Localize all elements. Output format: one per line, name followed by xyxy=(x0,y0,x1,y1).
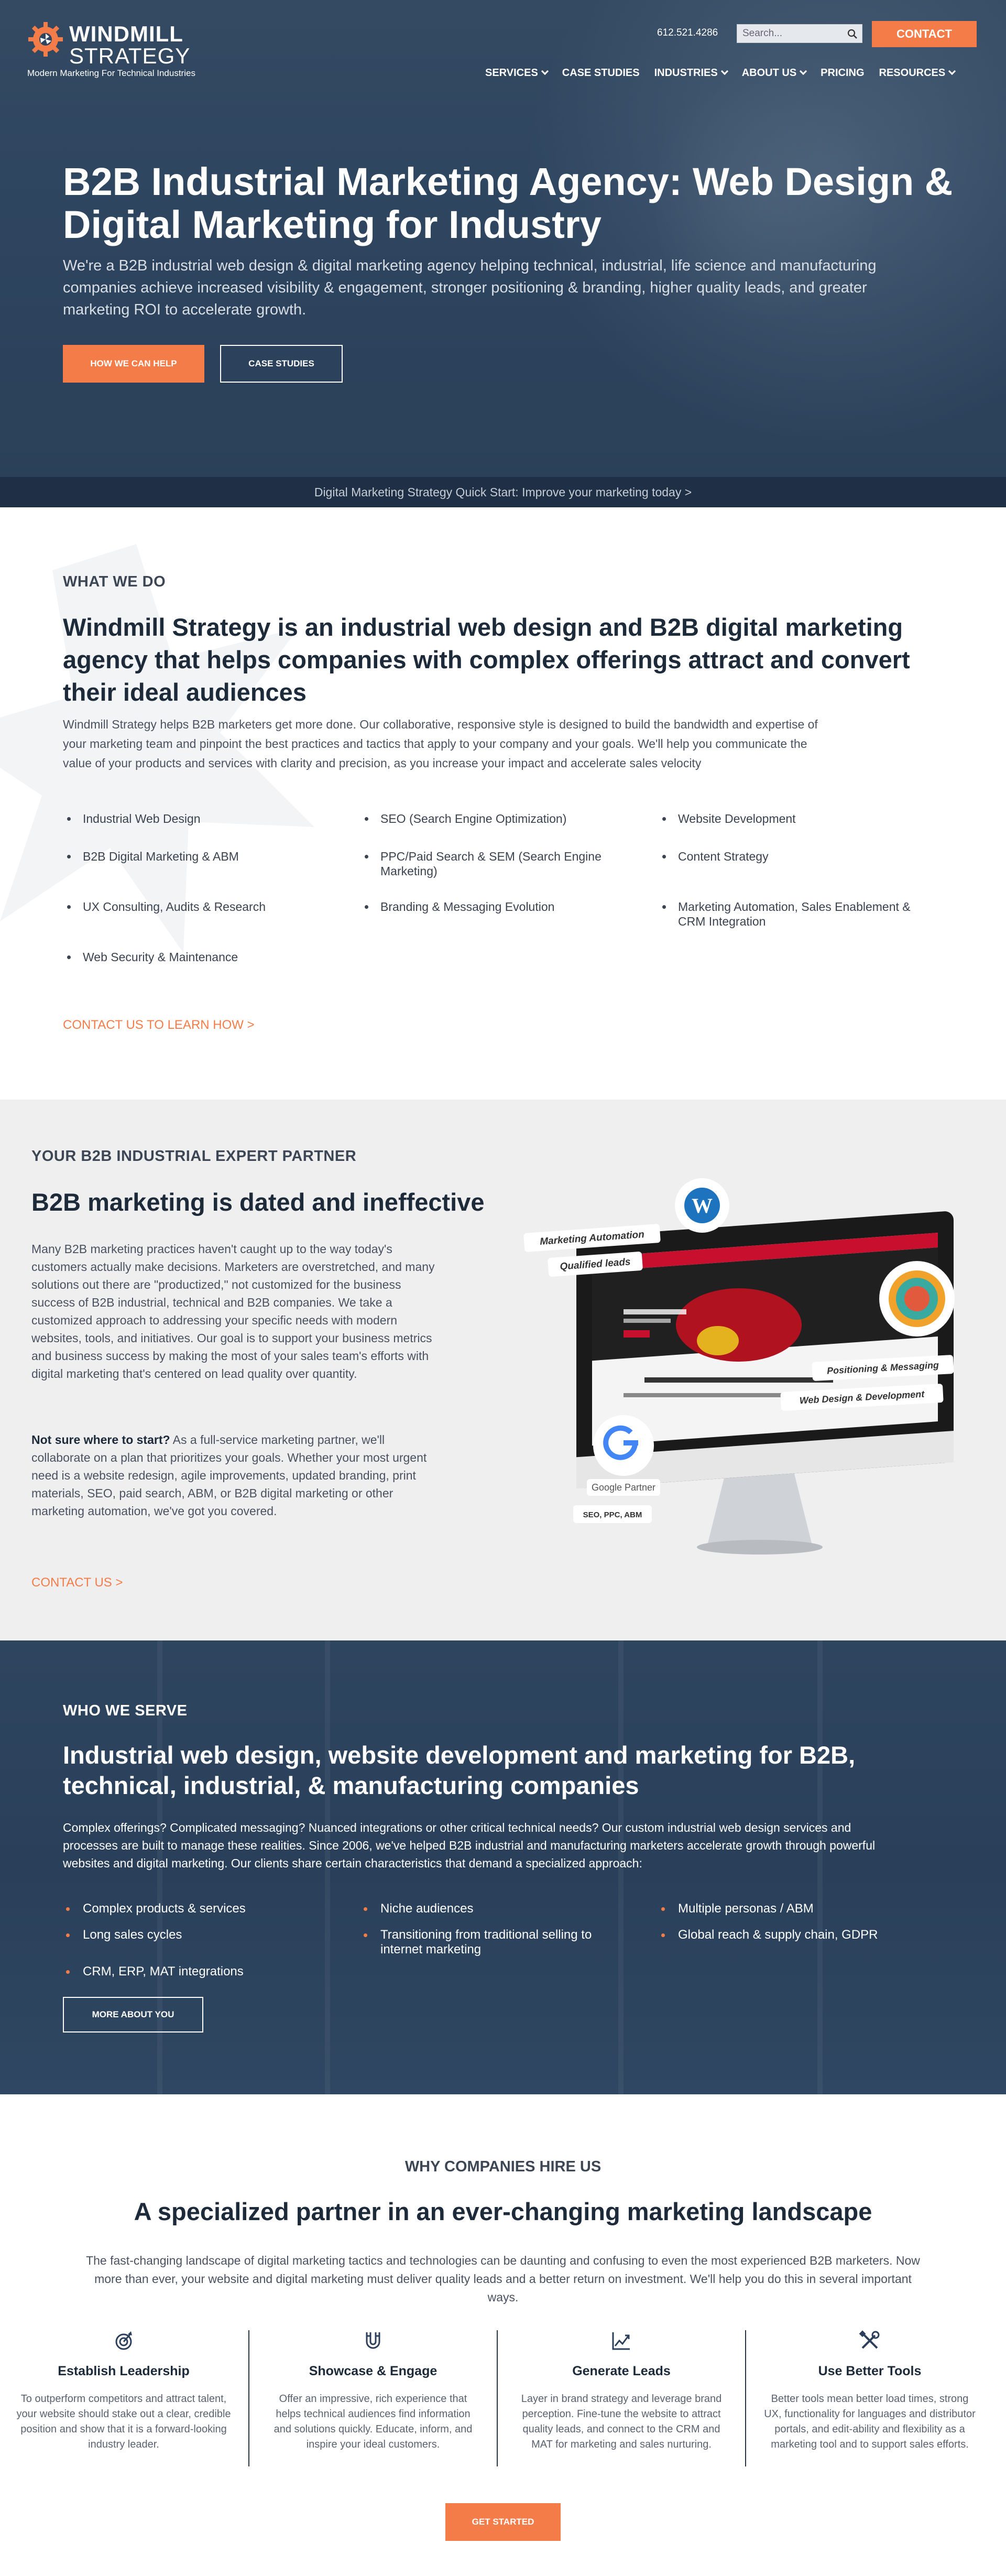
quickstart-banner-link[interactable]: Digital Marketing Strategy Quick Start: … xyxy=(0,477,1006,507)
partner-body-2-lead: Not sure where to start? xyxy=(31,1433,170,1447)
target-icon xyxy=(115,2331,132,2350)
who-we-serve-body: Complex offerings? Complicated messaging… xyxy=(63,1821,876,1870)
characteristic-item: Long sales cycles xyxy=(63,1928,346,1942)
service-item: Web Security & Maintenance xyxy=(63,950,325,964)
nav-item-resources[interactable]: RESOURCES xyxy=(879,65,956,81)
nav-label: PRICING xyxy=(821,67,865,79)
why-body: The fast-changing landscape of digital m… xyxy=(86,2254,920,2304)
benefit-title: Use Better Tools xyxy=(818,2364,922,2378)
what-we-do-body: Windmill Strategy helps B2B marketers ge… xyxy=(63,718,818,770)
search-box xyxy=(737,24,862,43)
contact-us-learn-how-link[interactable]: CONTACT US TO LEARN HOW > xyxy=(63,1018,255,1032)
partner-eyebrow: YOUR B2B INDUSTRIAL EXPERT PARTNER xyxy=(31,1148,357,1165)
svg-text:W: W xyxy=(692,1194,713,1218)
characteristic-item: Complex products & services xyxy=(63,1901,346,1916)
nav-item-pricing[interactable]: PRICING xyxy=(821,65,864,81)
logo-name-line2: STRATEGY xyxy=(69,44,191,68)
nav-item-industries[interactable]: INDUSTRIES xyxy=(654,65,728,81)
service-item: Industrial Web Design xyxy=(63,811,325,826)
imac-mockup-illustration: W Google Partner SEO, PPC, ABM Marketing… xyxy=(523,1178,955,1555)
nav-label: SERVICES xyxy=(485,67,538,79)
service-item: Website Development xyxy=(658,811,941,826)
chevron-down-icon xyxy=(541,67,549,75)
characteristic-item: CRM, ERP, MAT integrations xyxy=(63,1964,346,1979)
what-we-do-eyebrow: WHAT WE DO xyxy=(63,573,166,590)
benefit-column-tools: Use Better Tools Better tools mean bette… xyxy=(746,2330,993,2472)
tools-icon xyxy=(859,2330,880,2349)
service-item: UX Consulting, Audits & Research xyxy=(63,899,325,914)
service-item: SEO (Search Engine Optimization) xyxy=(360,811,622,826)
search-input[interactable] xyxy=(737,25,837,42)
what-we-do-section: WHAT WE DO Windmill Strategy is an indus… xyxy=(0,507,1006,1100)
nav-item-about-us[interactable]: ABOUT US xyxy=(741,65,807,81)
who-we-serve-heading: Industrial web design, website developme… xyxy=(63,1741,856,1799)
benefit-text: Better tools mean better load times, str… xyxy=(764,2393,976,2450)
what-we-do-heading: Windmill Strategy is an industrial web d… xyxy=(63,613,910,706)
benefit-text: Layer in brand strategy and leverage bra… xyxy=(521,2393,722,2450)
chart-line-icon xyxy=(612,2332,630,2350)
partner-section: YOUR B2B INDUSTRIAL EXPERT PARTNER B2B m… xyxy=(0,1100,1006,1640)
contact-us-link[interactable]: CONTACT US > xyxy=(31,1575,123,1590)
characteristic-item: Niche audiences xyxy=(360,1901,643,1916)
partner-body: Many B2B marketing practices haven't cau… xyxy=(31,1242,435,1381)
service-item: B2B Digital Marketing & ABM xyxy=(63,849,325,864)
get-started-button[interactable]: GET STARTED xyxy=(445,2503,561,2541)
benefit-column-leadership: Establish Leadership To outperform compe… xyxy=(0,2330,247,2472)
nav-label: ABOUT US xyxy=(741,67,797,79)
benefit-title: Generate Leads xyxy=(572,2364,671,2378)
google-partner-label: Google Partner xyxy=(592,1482,655,1493)
contact-button[interactable]: CONTACT xyxy=(872,21,977,47)
nav-label: INDUSTRIES xyxy=(654,67,718,79)
who-we-serve-section: WHO WE SERVE Industrial web design, webs… xyxy=(0,1640,1006,2094)
partner-body-2: Not sure where to start? As a full-servi… xyxy=(31,1431,445,1520)
case-studies-button[interactable]: CASE STUDIES xyxy=(220,345,343,383)
chevron-down-icon xyxy=(948,67,956,75)
nav-label: CASE STUDIES xyxy=(562,67,640,79)
logo-tagline: Modern Marketing For Technical Industrie… xyxy=(27,68,195,78)
magnet-icon xyxy=(366,2332,380,2349)
characteristic-item: Global reach & supply chain, GDPR xyxy=(658,1928,952,1942)
partner-heading: B2B marketing is dated and ineffective xyxy=(31,1188,485,1216)
chevron-down-icon xyxy=(800,67,807,75)
benefit-text: To outperform competitors and attract ta… xyxy=(16,2393,231,2450)
benefit-column-leads: Generate Leads Layer in brand strategy a… xyxy=(498,2330,745,2472)
nav-item-services[interactable]: SERVICES xyxy=(485,65,549,81)
hero-subtitle: We're a B2B industrial web design & digi… xyxy=(63,257,877,318)
service-item: Marketing Automation, Sales Enablement &… xyxy=(658,899,941,929)
service-item: Branding & Messaging Evolution xyxy=(360,899,622,914)
hero-section: WINDMILL STRATEGY Modern Marketing For T… xyxy=(0,0,1006,507)
benefit-title: Showcase & Engage xyxy=(309,2364,438,2378)
service-item: Content Strategy xyxy=(658,849,941,864)
chevron-down-icon xyxy=(720,67,728,75)
site-logo[interactable]: WINDMILL STRATEGY Modern Marketing For T… xyxy=(27,21,237,84)
more-about-you-button[interactable]: MORE ABOUT YOU xyxy=(63,1997,203,2032)
benefit-title: Establish Leadership xyxy=(58,2364,190,2378)
why-eyebrow: WHY COMPANIES HIRE US xyxy=(404,2158,602,2175)
why-hire-us-section: WHY COMPANIES HIRE US A specialized part… xyxy=(0,2094,1006,2576)
how-we-can-help-button[interactable]: HOW WE CAN HELP xyxy=(63,345,204,383)
seo-ppc-label: SEO, PPC, ABM xyxy=(583,1510,642,1519)
hero-title: B2B Industrial Marketing Agency: Web Des… xyxy=(63,160,953,246)
search-icon[interactable] xyxy=(847,29,858,39)
benefit-text: Offer an impressive, rich experience tha… xyxy=(274,2393,473,2450)
phone-link[interactable]: 612.521.4286 xyxy=(657,27,718,39)
nav-item-case-studies[interactable]: CASE STUDIES xyxy=(562,65,640,81)
benefit-column-showcase: Showcase & Engage Offer an impressive, r… xyxy=(249,2330,497,2472)
who-we-serve-eyebrow: WHO WE SERVE xyxy=(63,1702,188,1719)
characteristic-item: Multiple personas / ABM xyxy=(658,1901,952,1916)
why-heading: A specialized partner in an ever-changin… xyxy=(134,2198,872,2225)
service-item: PPC/Paid Search & SEM (Search Engine Mar… xyxy=(360,849,622,878)
main-nav: SERVICES CASE STUDIES INDUSTRIES ABOUT U… xyxy=(485,65,969,81)
windmill-logo-icon xyxy=(28,22,63,57)
nav-label: RESOURCES xyxy=(879,67,946,79)
characteristic-item: Transitioning from traditional selling t… xyxy=(360,1928,622,1957)
logo-name-line1: WINDMILL xyxy=(69,21,183,46)
